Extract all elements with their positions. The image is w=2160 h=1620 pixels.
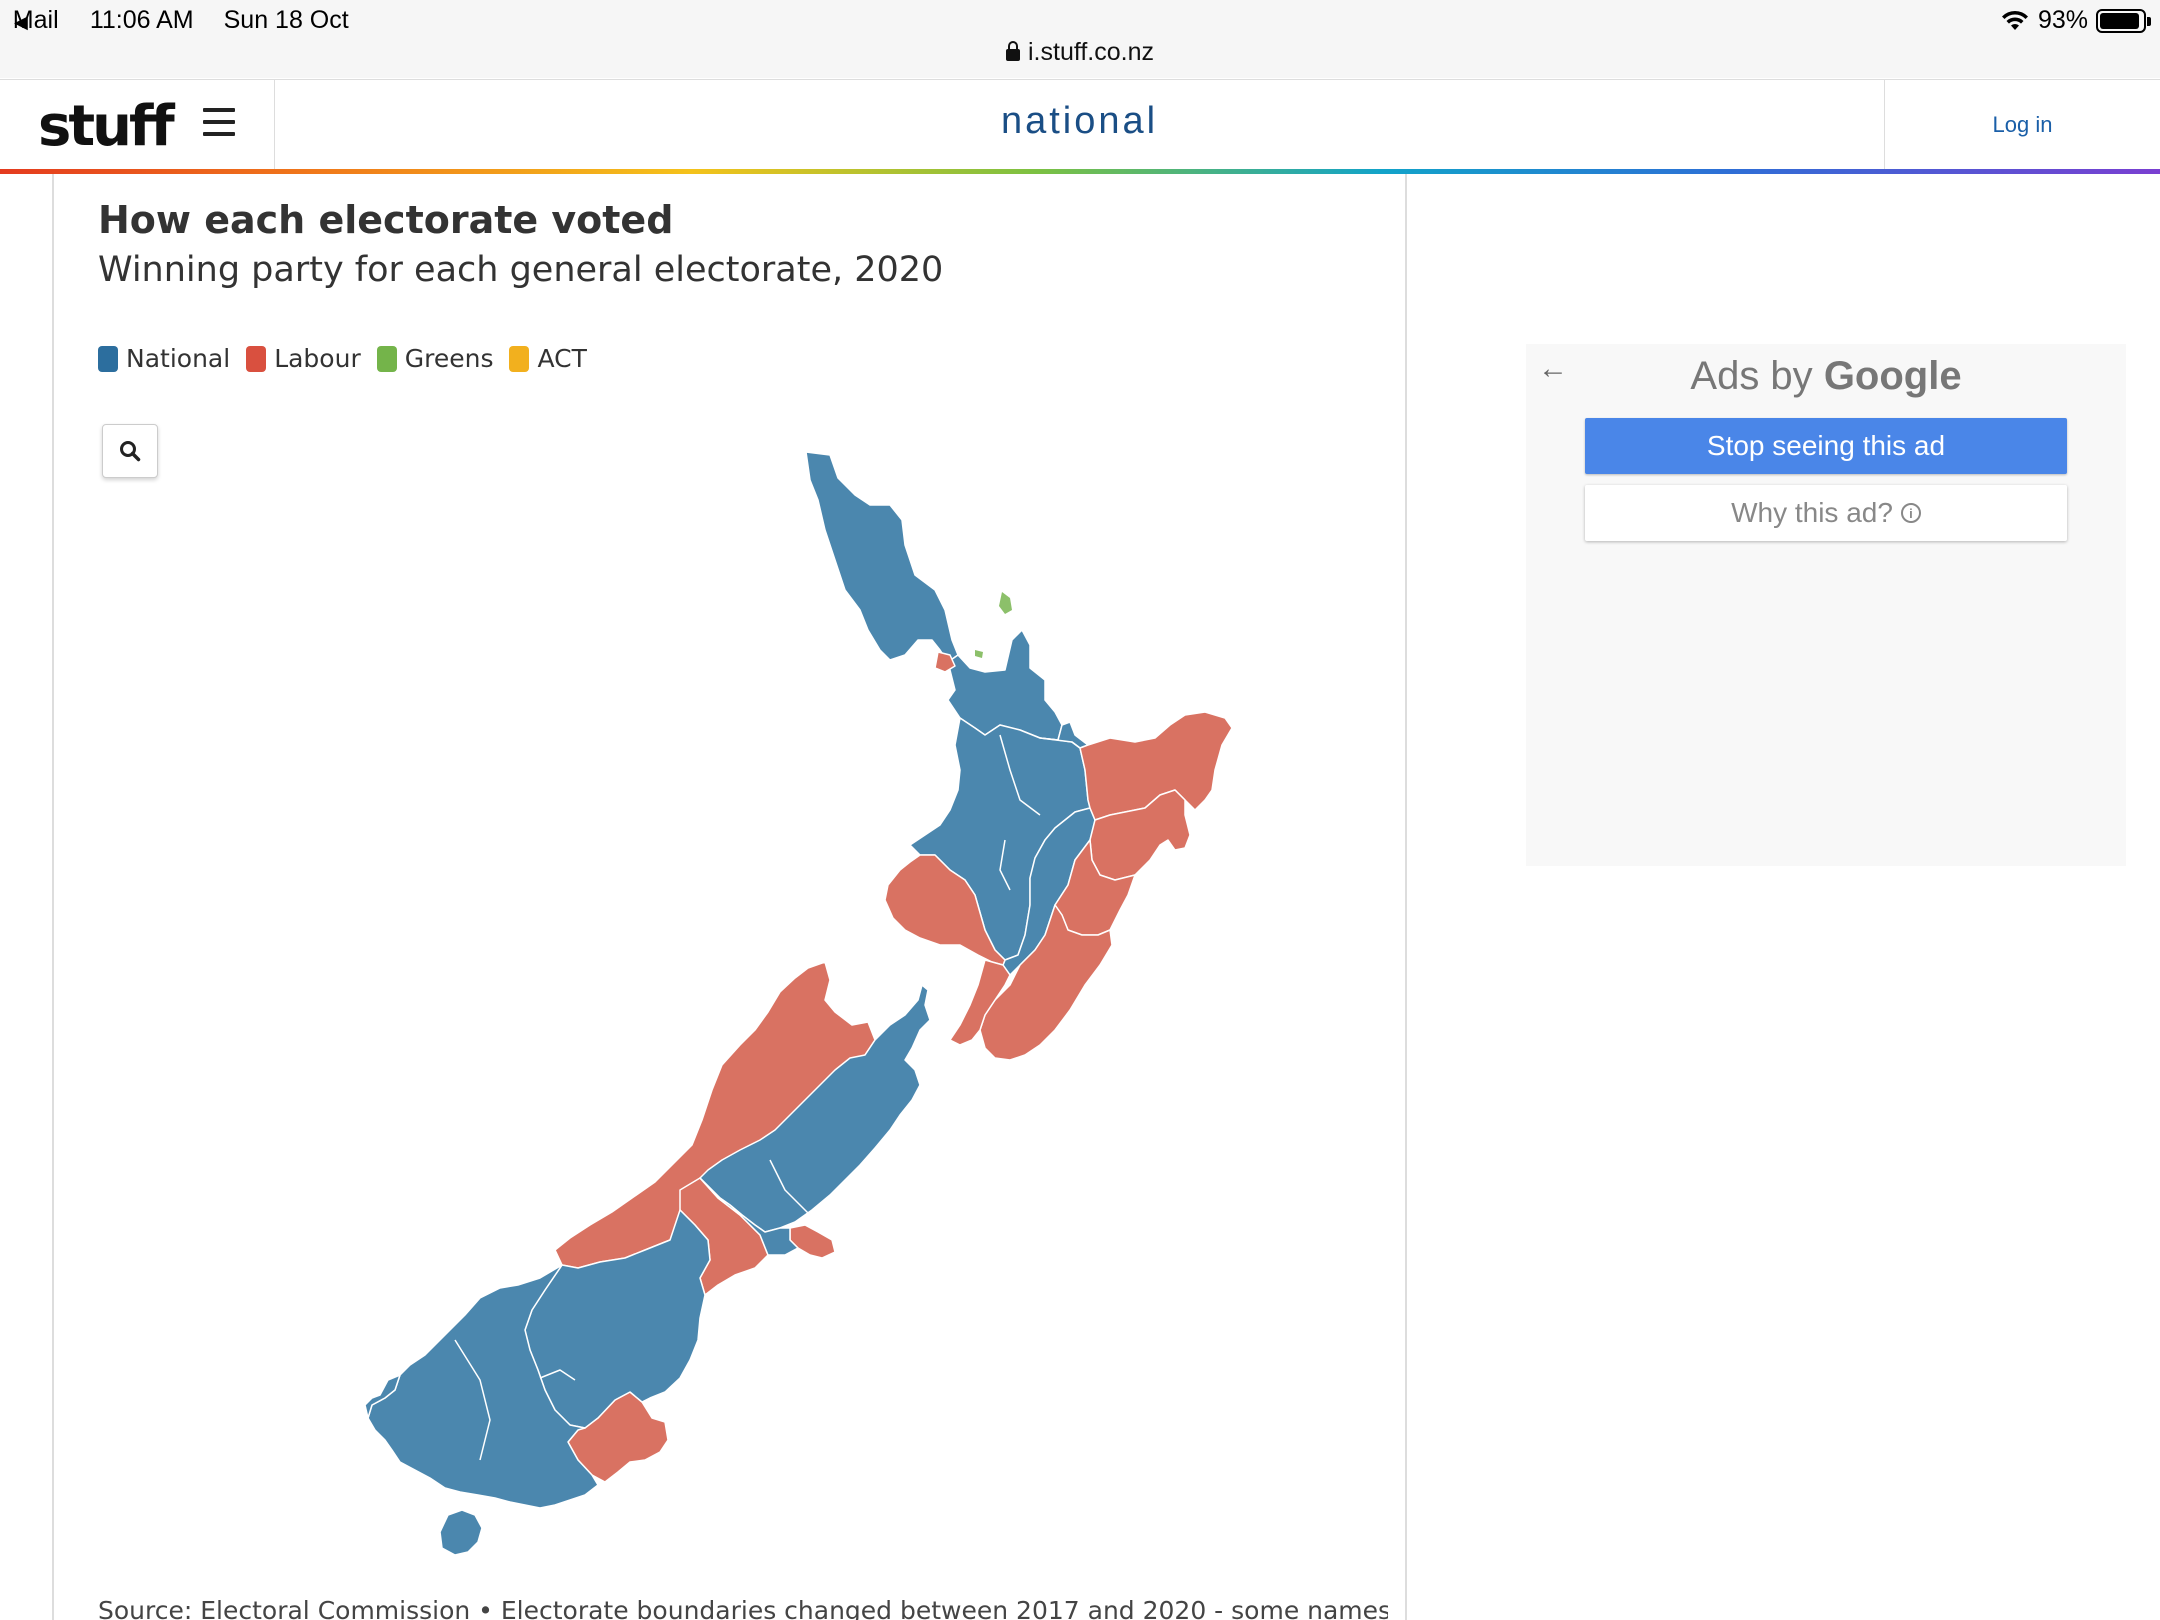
rainbow-stripe [0,169,2160,174]
legend-swatch [98,345,118,372]
google-logo: Google [1823,354,1962,398]
legend-swatch [246,345,267,372]
map-search-button[interactable] [102,424,158,478]
search-icon [120,441,141,462]
legend-label: ACT [537,344,587,373]
status-date: Sun 18 Oct [223,6,349,34]
electorate-northland[interactable] [805,451,959,663]
why-this-ad-button[interactable]: Why this ad? i [1585,485,2067,541]
legend-item-labour: Labour [246,344,361,373]
url-text: i.stuff.co.nz [1028,38,1154,66]
legend-item-act: ACT [509,344,587,373]
section-title[interactable]: national [275,100,1884,143]
legend-swatch [376,345,397,372]
legend-label: National [126,344,231,373]
status-time: 11:06 AM [89,6,194,34]
status-right: 93% [2000,6,2151,35]
legend-swatch [509,345,530,372]
electorate-greens-island[interactable] [999,592,1012,614]
why-this-ad-label: Why this ad? [1731,497,1893,528]
status-left: ◀ Mail 11:06 AM Sun 18 Oct [12,6,349,35]
map-legend: National Labour Greens ACT [98,344,587,373]
nz-electorate-map[interactable] [340,430,1240,1570]
legend-item-national: National [98,344,230,373]
legend-label: Greens [404,344,494,373]
hamburger-menu-icon[interactable] [203,108,235,136]
battery-percent: 93% [2037,6,2088,34]
ads-by-label: Ads by [1690,354,1813,398]
lock-icon [1006,41,1020,61]
stop-seeing-ad-button[interactable]: Stop seeing this ad [1585,418,2067,474]
electorate-boundary [879,699,951,801]
ad-panel: ← Ads by Google Stop seeing this ad Why … [1526,344,2126,866]
column-border [1405,174,1407,1620]
wifi-icon [2001,10,2028,30]
map-subtitle: Winning party for each general electorat… [98,250,944,290]
map-source-note: Source: Electoral Commission • Electorat… [98,1596,1388,1620]
ads-by-google-heading: Ads by Google [1526,354,2126,399]
column-border [52,174,54,1620]
electorate-stewart-island[interactable] [439,1509,483,1556]
back-app-label: Mail [12,6,59,34]
legend-label: Labour [274,344,361,373]
url-bar[interactable]: i.stuff.co.nz [0,38,2160,67]
back-to-mail-link[interactable]: ◀ Mail [12,6,60,35]
electorate-greens-island[interactable] [975,650,983,658]
ios-status-bar: ◀ Mail 11:06 AM Sun 18 Oct 93% i.stuff.c… [0,0,2160,78]
map-title: How each electorate voted [98,198,674,242]
site-header: stuff national Log in [0,79,2160,172]
legend-item-greens: Greens [376,344,494,373]
electorate-christchurch-east[interactable] [789,1224,836,1259]
login-link[interactable]: Log in [1885,112,2160,138]
battery-icon [2096,8,2151,33]
info-icon: i [1900,503,1921,523]
stuff-logo[interactable]: stuff [38,94,175,159]
